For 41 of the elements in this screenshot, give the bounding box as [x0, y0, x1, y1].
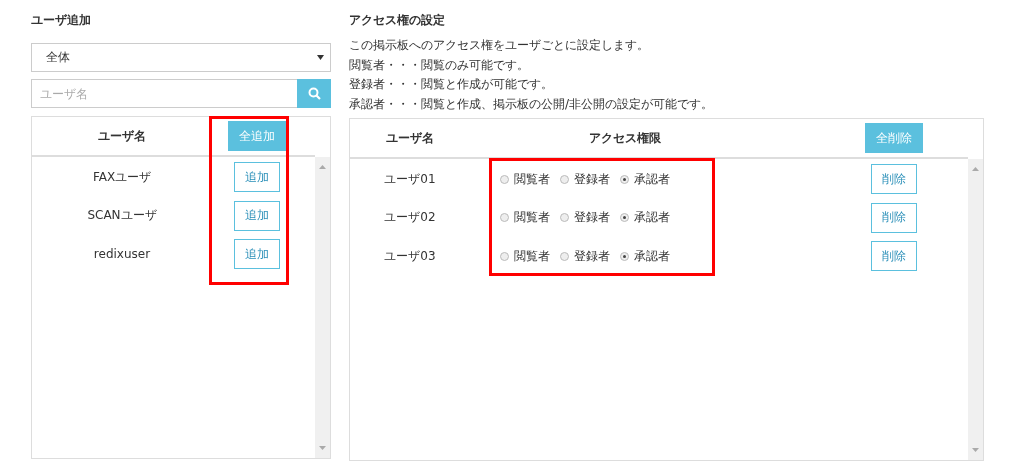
search-button[interactable] — [297, 79, 331, 108]
role-radio[interactable]: 承認者 — [620, 247, 670, 265]
scroll-up-icon — [319, 165, 326, 169]
role-radio[interactable]: 閲覧者 — [500, 247, 550, 265]
description-line: 承認者・・・閲覧と作成、掲示板の公開/非公開の設定が可能です。 — [349, 95, 715, 113]
column-header: ユーザ名 — [98, 128, 146, 143]
description-line: 登録者・・・閲覧と作成が可能です。 — [349, 76, 554, 93]
user-name: redixuser — [93, 247, 151, 262]
delete-button[interactable]: 削除 — [871, 202, 917, 233]
user-name: FAXユーザ — [92, 169, 152, 184]
scrollbar[interactable] — [315, 157, 330, 458]
scroll-up-icon — [972, 167, 979, 171]
role-radio[interactable]: 承認者 — [620, 209, 670, 227]
group-dropdown[interactable]: 全体 — [31, 43, 331, 72]
scroll-down-icon — [972, 448, 979, 452]
user-name: ユーザ02 — [384, 210, 436, 225]
search-icon — [307, 87, 321, 100]
caret-icon — [317, 55, 324, 60]
role-radio[interactable]: 承認者 — [620, 170, 670, 188]
delete-button[interactable]: 削除 — [871, 164, 917, 195]
description-line: 閲覧者・・・閲覧のみ可能です。 — [349, 56, 530, 74]
role-radio[interactable]: 登録者 — [560, 170, 610, 188]
add-button[interactable]: 追加 — [234, 162, 280, 193]
column-header: アクセス権限 — [589, 129, 661, 147]
section-title: ユーザ追加 — [31, 12, 92, 29]
role-radio[interactable]: 閲覧者 — [500, 170, 550, 188]
delete-button[interactable]: 削除 — [871, 241, 917, 272]
role-radio[interactable]: 閲覧者 — [500, 209, 550, 227]
add-button[interactable]: 追加 — [234, 200, 280, 231]
section-title: アクセス権の設定 — [349, 12, 446, 29]
add-button[interactable]: 追加 — [234, 239, 280, 270]
scrollbar[interactable] — [968, 159, 983, 460]
column-header: ユーザ名 — [386, 130, 434, 145]
role-radio[interactable]: 登録者 — [560, 247, 610, 265]
search-field[interactable]: ユーザ名 — [31, 79, 297, 108]
user-name: ユーザ01 — [384, 171, 436, 186]
role-radio[interactable]: 登録者 — [560, 209, 610, 227]
scroll-down-icon — [319, 446, 326, 450]
description-line: この掲示板へのアクセス権をユーザごとに設定します。 — [349, 37, 650, 54]
user-name: ユーザ03 — [384, 248, 436, 263]
user-name: SCANユーザ — [87, 208, 157, 223]
